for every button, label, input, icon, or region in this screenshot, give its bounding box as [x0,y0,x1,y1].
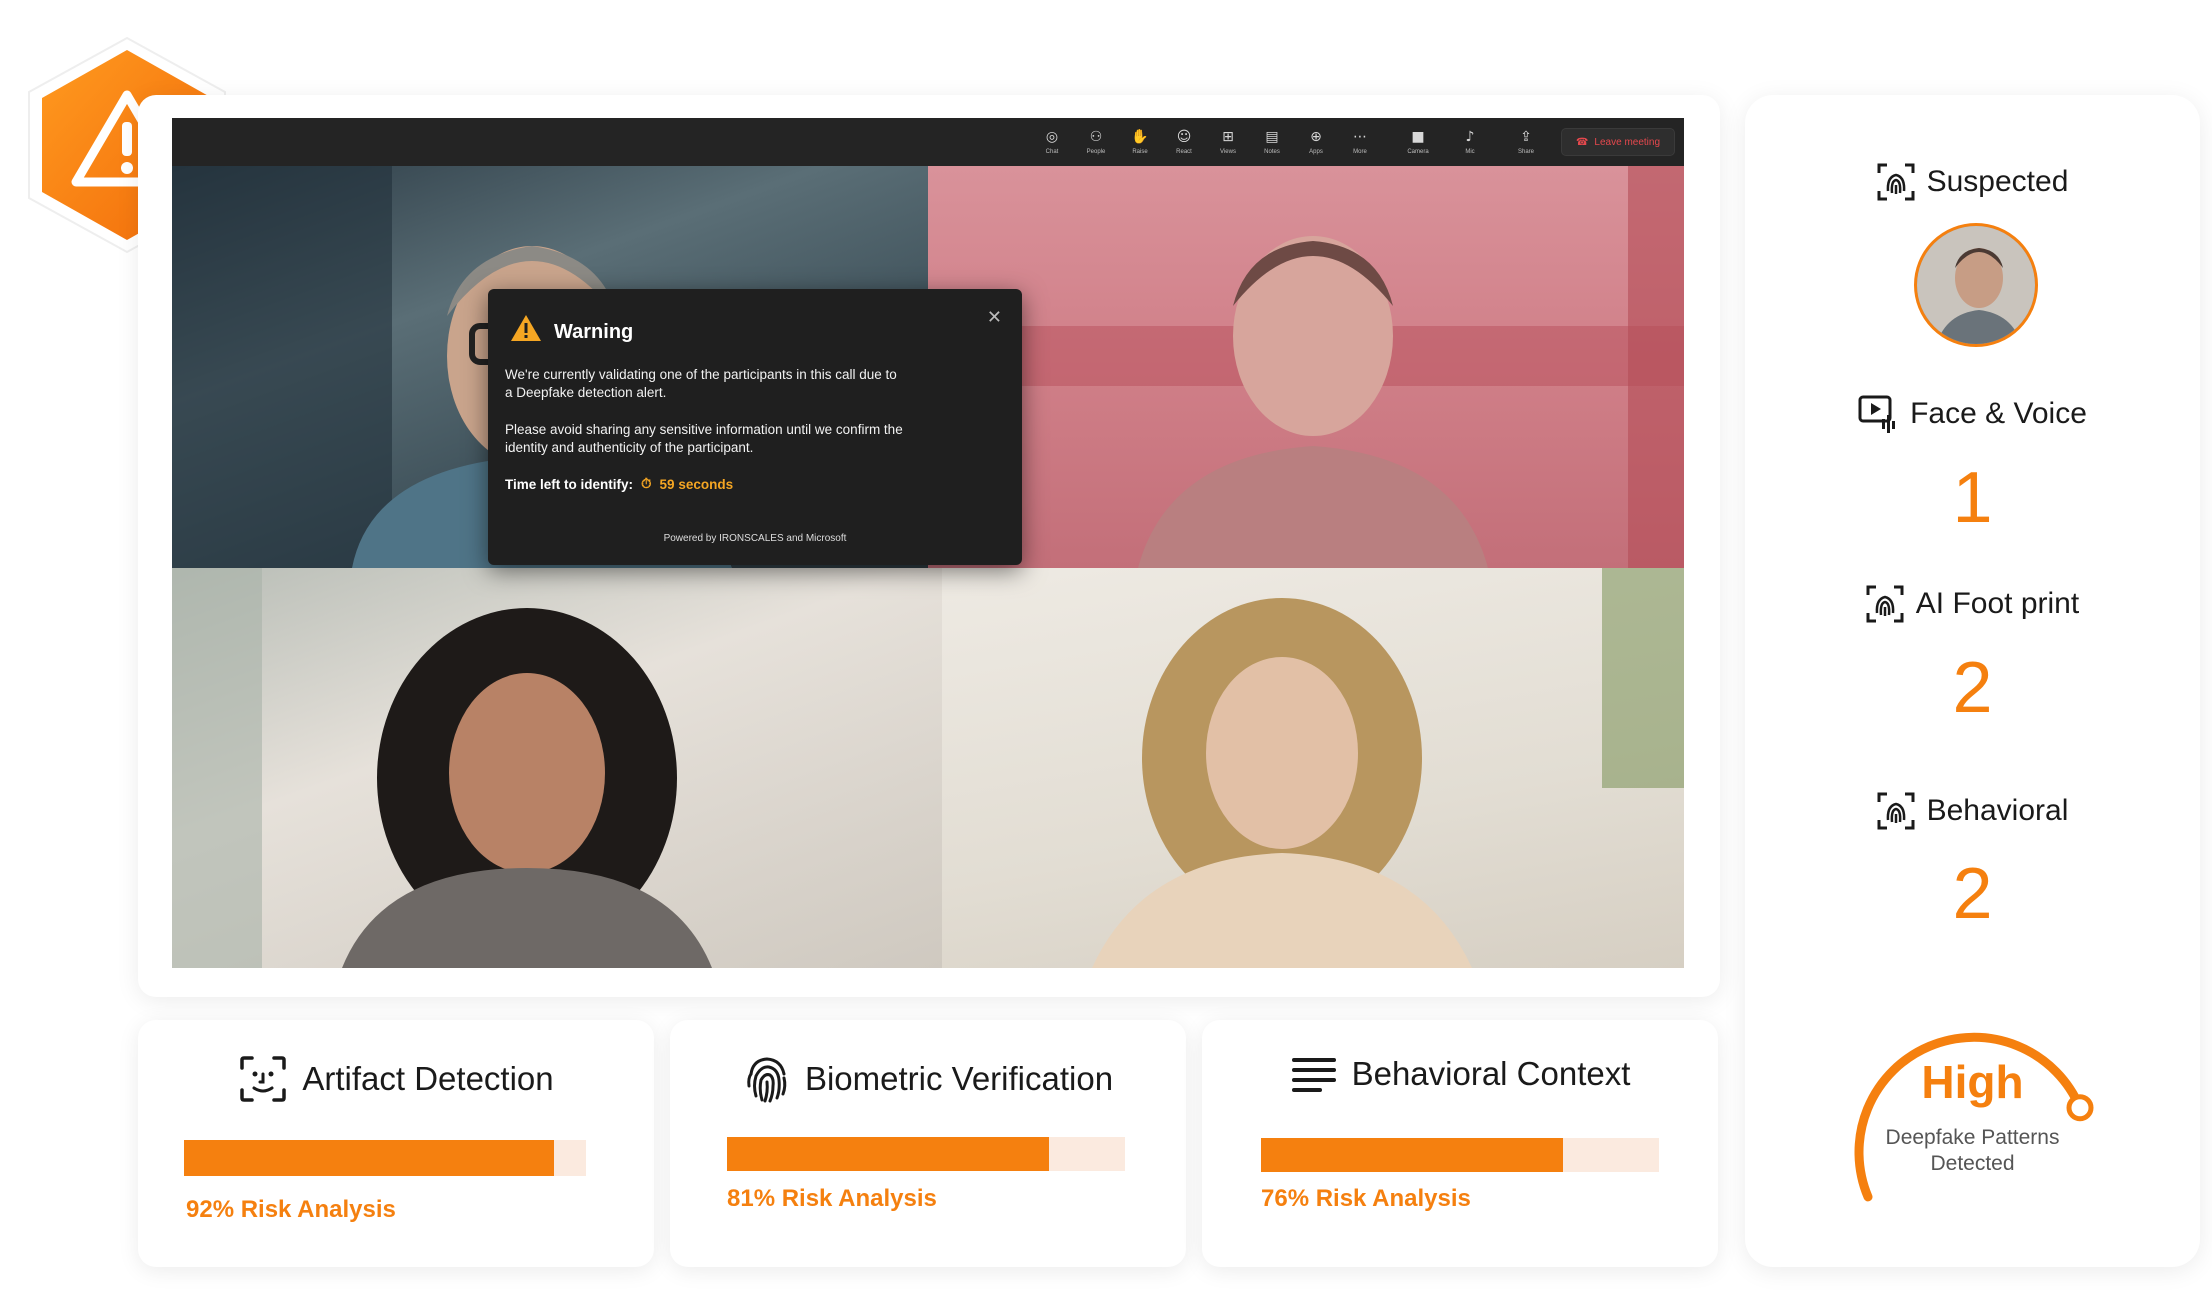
fingerprint-scan-icon [1877,163,1915,201]
avatar-silhouette [1917,226,2035,344]
fingerprint-scan-icon [1866,585,1904,623]
timer-label: Time left to identify: [505,476,634,492]
card-title: Artifact Detection [302,1060,554,1097]
warning-icon [511,315,541,341]
raise-hand-icon: ✋ [1131,129,1149,145]
risk-label: 81% Risk Analysis [727,1185,937,1212]
card-title: Behavioral Context [1351,1055,1631,1092]
risk-progress-bar [184,1140,586,1176]
dialog-message: Please avoid sharing any sensitive infor… [505,422,903,455]
artifact-detection-card: Artifact Detection 92% Risk Analysis [138,1020,654,1267]
react-icon: ☺ [1176,129,1192,145]
identify-timer: Time left to identify: ⏱ 59 seconds [505,476,733,492]
risk-gauge [1854,1032,2094,1202]
mic-button[interactable]: ♪ Mic [1450,123,1490,161]
chat-icon: ◎ [1045,129,1059,145]
react-button[interactable]: ☺ React [1164,123,1204,161]
participant-video-tile-flagged[interactable] [928,166,1684,568]
apps-button[interactable]: ⊕ Apps [1296,123,1336,161]
deepfake-analysis-panel: Suspected Face & Voice 1 AI Foot print 2 [1745,95,2200,1267]
views-button[interactable]: ⊞ Views [1208,123,1248,161]
dialog-message: We're currently validating one of the pa… [505,367,897,400]
risk-progress-fill [184,1140,554,1176]
more-icon: ⋯ [1353,129,1367,145]
notes-icon: ▤ [1265,129,1279,145]
video-voice-icon [1858,395,1896,433]
fingerprint-scan-icon [1877,792,1915,830]
behavioral-context-card: Behavioral Context 76% Risk Analysis [1202,1020,1718,1267]
card-title: Biometric Verification [804,1060,1114,1097]
ai-footprint-count: 2 [1952,648,1993,728]
camera-button[interactable]: ■ Camera [1398,123,1438,161]
raise-hand-button[interactable]: ✋ Raise [1120,123,1160,161]
risk-progress-fill [727,1137,1050,1171]
face-voice-count: 1 [1952,458,1993,538]
apps-icon: ⊕ [1310,129,1322,145]
views-icon: ⊞ [1222,129,1234,145]
share-icon: ⇪ [1520,129,1532,145]
dialog-title: Warning [554,321,634,343]
people-button[interactable]: ⚇ People [1076,123,1116,161]
dialog-footer: Powered by IRONSCALES and Microsoft [663,533,847,544]
more-button[interactable]: ⋯ More [1340,123,1380,161]
participant-video-tile[interactable] [172,568,942,968]
fingerprint-icon [747,1057,787,1103]
face-voice-label: Face & Voice [1910,397,2087,430]
biometric-verification-card: Biometric Verification 81% Risk Analysis [670,1020,1186,1267]
risk-level: High [1921,1056,2024,1108]
stopwatch-icon: ⏱ [641,476,652,491]
risk-label: 92% Risk Analysis [186,1196,396,1223]
meeting-toolbar: ◎ Chat ⚇ People ✋ Raise ☺ React ⊞ Views … [172,118,1684,166]
leave-meeting-button[interactable]: ☎ Leave meeting [1561,128,1675,156]
risk-label: 76% Risk Analysis [1261,1185,1471,1212]
notes-button[interactable]: ▤ Notes [1252,123,1292,161]
behavioral-count: 2 [1952,854,1993,934]
mic-icon: ♪ [1465,129,1475,145]
behavioral-label: Behavioral [1926,794,2069,827]
participant-silhouette [172,568,712,968]
participant-video-tile[interactable] [942,568,1684,968]
camera-icon: ■ [1411,129,1425,145]
share-button[interactable]: ⇪ Share [1506,123,1546,161]
close-icon[interactable]: ✕ [987,307,1002,328]
suspected-participant-avatar[interactable] [1914,223,2038,347]
risk-caption: Deepfake Patterns Detected [1885,1126,2060,1175]
timer-value: 59 seconds [659,476,734,492]
risk-progress-fill [1261,1138,1564,1172]
phone-hangup-icon: ☎ [1575,136,1589,148]
face-scan-icon [240,1056,287,1102]
participant-silhouette [928,166,1684,568]
deepfake-warning-dialog: Warning ✕ We're currently validating one… [488,289,1022,565]
chat-button[interactable]: ◎ Chat [1032,123,1072,161]
people-icon: ⚇ [1089,129,1103,145]
participant-silhouette [1092,568,1684,968]
text-lines-icon [1291,1058,1336,1092]
risk-progress-bar [727,1137,1125,1171]
ai-footprint-label: AI Foot print [1915,587,2080,620]
risk-progress-bar [1261,1138,1659,1172]
suspected-label: Suspected [1926,165,2069,198]
